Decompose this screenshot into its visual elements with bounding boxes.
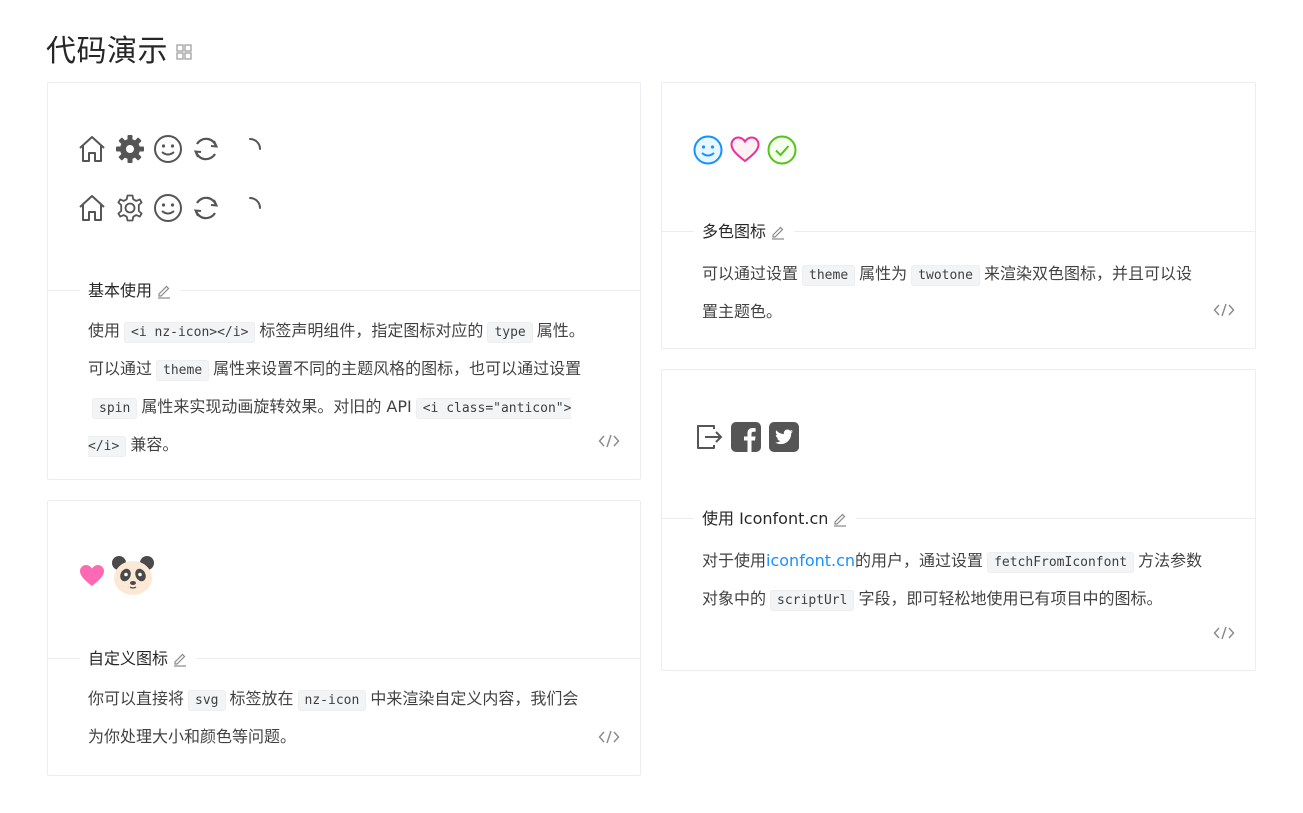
iconfont-link[interactable]: iconfont.cn bbox=[766, 551, 855, 570]
icon-row-twotone bbox=[692, 134, 804, 166]
demo-title[interactable]: 使用 Iconfont.cn bbox=[694, 508, 857, 530]
demo-title[interactable]: 基本使用 bbox=[80, 280, 181, 302]
heart-filled-icon bbox=[78, 560, 106, 592]
demo-title[interactable]: 多色图标 bbox=[694, 221, 795, 243]
code-snippet: svg bbox=[188, 690, 226, 711]
edit-icon[interactable] bbox=[770, 224, 786, 240]
icon-row-custom bbox=[78, 553, 162, 599]
demo-title-text: 使用 Iconfont.cn bbox=[702, 509, 829, 528]
demo-title-text: 自定义图标 bbox=[88, 649, 169, 668]
demo-meta: 基本使用 使用 <i nz-icon></i> 标签声明组件，指定图标对应的 type… bbox=[48, 280, 640, 480]
demo-meta: 使用 Iconfont.cn 对于使用iconfont.cn的用户，通过设置 fe… bbox=[662, 508, 1255, 671]
smile-icon bbox=[152, 133, 184, 165]
sync-icon bbox=[190, 192, 222, 224]
demo-description: 你可以直接将 svg 标签放在 nz-icon 中来渲染自定义内容，我们会为你处理大小和… bbox=[88, 689, 579, 746]
code-snippet: scriptUrl bbox=[770, 590, 855, 611]
code-snippet: theme bbox=[156, 360, 210, 381]
panda-icon bbox=[110, 553, 156, 599]
page-title: 代码演示 bbox=[46, 26, 192, 70]
sync-icon bbox=[190, 133, 222, 165]
demo-description: 使用 <i nz-icon></i> 标签声明组件，指定图标对应的 type 属性。可以… bbox=[88, 313, 588, 465]
demo-title-text: 多色图标 bbox=[702, 222, 767, 241]
edit-icon[interactable] bbox=[832, 511, 848, 527]
demo-card-iconfont: 使用 Iconfont.cn 对于使用iconfont.cn的用户，通过设置 fe… bbox=[661, 369, 1256, 671]
code-snippet: nz-icon bbox=[297, 690, 367, 711]
code-snippet: theme bbox=[802, 265, 856, 286]
demo-description: 可以通过设置 theme 属性为 twotone 来渲染双色图标，并且可以设置主题色。 bbox=[702, 264, 1192, 321]
demo-meta: 多色图标 可以通过设置 theme 属性为 twotone 来渲染双色图标，并且可以设置… bbox=[662, 221, 1255, 349]
smile-icon bbox=[152, 192, 184, 224]
home-icon bbox=[76, 133, 108, 165]
code-snippet: spin bbox=[92, 398, 138, 419]
icon-row-outline bbox=[76, 133, 272, 165]
page-title-text: 代码演示 bbox=[46, 34, 168, 69]
appstore-icon[interactable] bbox=[176, 44, 192, 60]
demo-card-basic: 基本使用 使用 <i nz-icon></i> 标签声明组件，指定图标对应的 type… bbox=[47, 82, 641, 480]
setting-outline-icon bbox=[114, 192, 146, 224]
heart-twotone-icon bbox=[729, 134, 761, 166]
edit-icon[interactable] bbox=[156, 283, 172, 299]
code-expand-icon[interactable] bbox=[598, 729, 620, 745]
logout-icon bbox=[694, 421, 726, 453]
demo-title[interactable]: 自定义图标 bbox=[80, 648, 197, 670]
code-expand-icon[interactable] bbox=[1213, 302, 1235, 318]
facebook-icon bbox=[730, 421, 762, 453]
home-icon bbox=[76, 192, 108, 224]
check-circle-twotone-icon bbox=[766, 134, 798, 166]
setting-filled-icon bbox=[114, 133, 146, 165]
code-snippet: <i nz-icon></i> bbox=[124, 322, 256, 343]
demo-meta: 自定义图标 你可以直接将 svg 标签放在 nz-icon 中来渲染自定义内容，我们会为… bbox=[48, 648, 640, 776]
twitter-icon bbox=[768, 421, 800, 453]
icon-row-spin bbox=[76, 192, 272, 224]
code-snippet: fetchFromIconfont bbox=[987, 552, 1135, 573]
code-snippet: type bbox=[487, 322, 533, 343]
icon-row-iconfont bbox=[694, 421, 806, 453]
smile-twotone-icon bbox=[692, 134, 724, 166]
code-snippet: twotone bbox=[911, 265, 980, 286]
loading-icon bbox=[234, 192, 266, 224]
edit-icon[interactable] bbox=[172, 651, 188, 667]
demo-card-twotone: 多色图标 可以通过设置 theme 属性为 twotone 来渲染双色图标，并且可以设置… bbox=[661, 82, 1256, 349]
demo-title-text: 基本使用 bbox=[88, 281, 153, 300]
code-expand-icon[interactable] bbox=[598, 433, 620, 449]
demo-description: 对于使用iconfont.cn的用户，通过设置 fetchFromIconfont… bbox=[702, 543, 1207, 619]
demo-card-custom: 自定义图标 你可以直接将 svg 标签放在 nz-icon 中来渲染自定义内容，我们会为… bbox=[47, 500, 641, 776]
loading-icon bbox=[234, 133, 266, 165]
code-expand-icon[interactable] bbox=[1213, 625, 1235, 641]
